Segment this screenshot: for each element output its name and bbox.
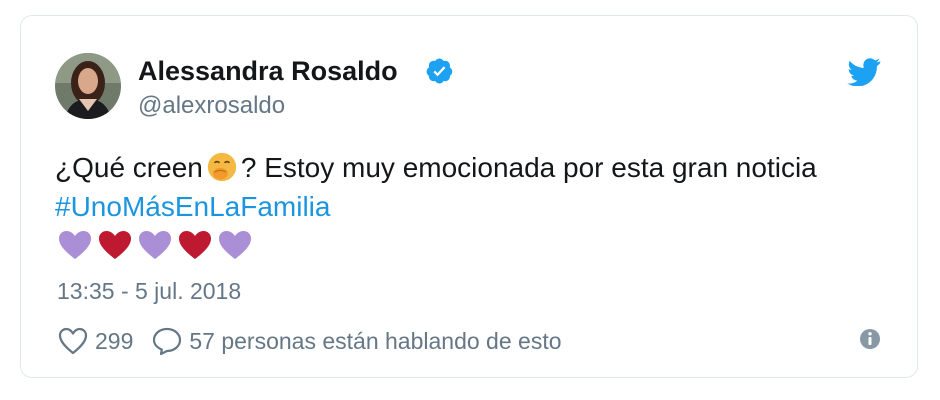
purple-heart-emoji bbox=[219, 231, 251, 259]
like-count[interactable]: 299 bbox=[95, 328, 133, 355]
twitter-bird-icon[interactable] bbox=[847, 58, 881, 86]
embedded-tweet-card[interactable]: Alessandra Rosaldo @alexrosaldo ¿Qué cre… bbox=[20, 15, 918, 378]
red-heart-emoji bbox=[179, 231, 211, 259]
hashtag-link[interactable]: #UnoMásEnLaFamilia bbox=[55, 188, 330, 226]
speech-bubble-icon[interactable] bbox=[151, 326, 183, 356]
tweet-text-end: ? Estoy muy emocionada por esta gran not… bbox=[240, 152, 817, 183]
conversation-link[interactable]: 57 personas están hablando de esto bbox=[189, 328, 561, 355]
tweet-actions: 299 57 personas están hablando de esto bbox=[57, 326, 562, 356]
avatar[interactable] bbox=[55, 53, 121, 119]
face-with-hand-over-mouth-emoji bbox=[207, 152, 237, 182]
verified-badge-icon bbox=[426, 58, 453, 84]
red-heart-emoji bbox=[99, 231, 131, 259]
purple-heart-emoji bbox=[139, 231, 171, 259]
tweet-text: ¿Qué creen ? Estoy muy emocionada por es… bbox=[55, 149, 817, 187]
tweet-timestamp[interactable]: 13:35 - 5 jul. 2018 bbox=[57, 277, 241, 305]
purple-heart-emoji bbox=[59, 231, 91, 259]
heart-outline-icon[interactable] bbox=[57, 326, 89, 356]
tweet-text-start: ¿Qué creen bbox=[55, 152, 203, 183]
author-handle[interactable]: @alexrosaldo bbox=[138, 92, 285, 120]
author-name[interactable]: Alessandra Rosaldo bbox=[138, 56, 398, 86]
info-icon[interactable] bbox=[859, 328, 881, 350]
heart-emoji-row bbox=[57, 229, 253, 261]
clipped-text-above bbox=[0, 0, 406, 8]
